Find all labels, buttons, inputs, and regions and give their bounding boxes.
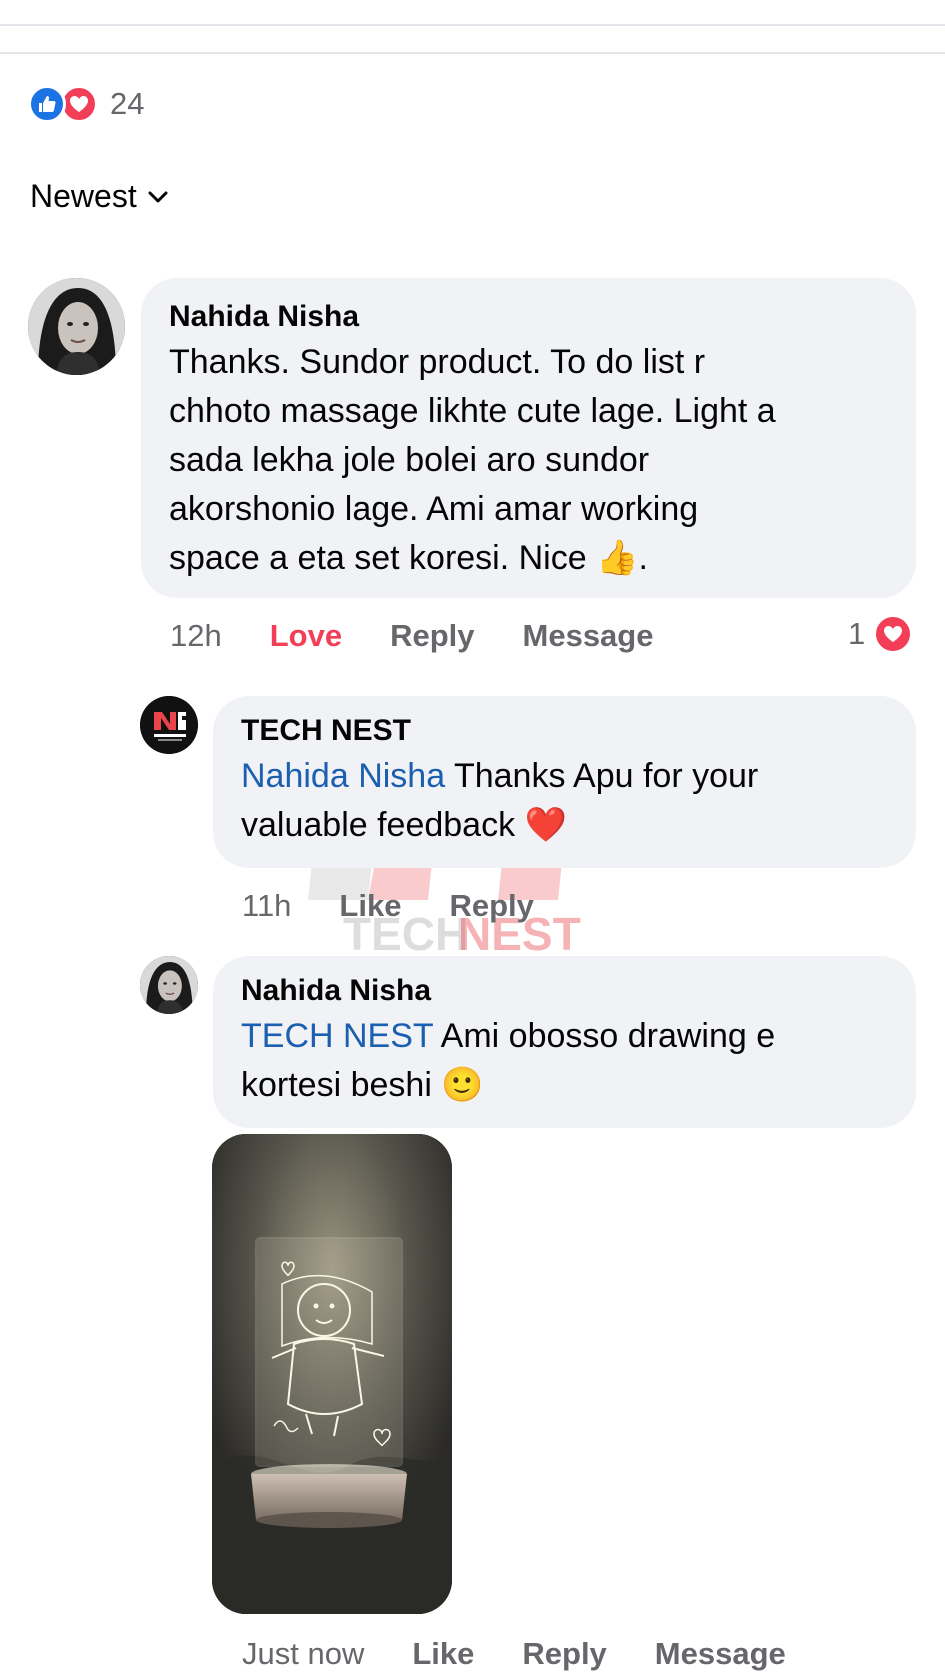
comment-bubble[interactable]: Nahida Nisha Thanks. Sundor product. To … — [141, 278, 916, 598]
reaction-number: 1 — [848, 616, 866, 651]
comment-timestamp[interactable]: Just now — [242, 1636, 364, 1672]
heart-emoji: ❤️ — [524, 806, 567, 844]
mention-link[interactable]: TECH NEST — [241, 1017, 433, 1055]
comment-line: akorshonio lage. Ami amar working — [169, 490, 699, 528]
comment-line: Thanks. Sundor product. To do list r — [169, 343, 706, 381]
thumbs-up-emoji: 👍 — [596, 539, 639, 577]
comment-author[interactable]: TECH NEST — [241, 714, 886, 748]
comment-line-text: Ami obosso drawing e — [440, 1017, 776, 1055]
comment-actions: 11h Like Reply — [242, 888, 582, 924]
comment-text: Nahida Nisha Thanks Apu for your valuabl… — [241, 752, 886, 850]
like-button[interactable]: Like — [339, 888, 401, 924]
avatar[interactable] — [28, 278, 125, 375]
comment-line: valuable feedback ❤️ — [241, 801, 886, 850]
reply-bubble[interactable]: Nahida Nisha TECH NEST Ami obosso drawin… — [213, 956, 916, 1128]
reply-bubble[interactable]: TECH NEST Nahida Nisha Thanks Apu for yo… — [213, 696, 916, 868]
comment-line: chhoto massage likhte cute lage. Light a — [169, 392, 776, 430]
reply-button[interactable]: Reply — [522, 1636, 606, 1672]
like-button[interactable]: Like — [412, 1636, 474, 1672]
like-icon — [28, 85, 66, 123]
comment-reaction-count[interactable]: 1 — [848, 614, 914, 654]
avatar[interactable] — [140, 696, 198, 754]
comment-text: TECH NEST Ami obosso drawing e kortesi b… — [241, 1012, 886, 1110]
sort-label: Newest — [30, 178, 137, 214]
comment-actions: Just now Like Reply Message — [242, 1636, 834, 1672]
comment-line-text: Thanks Apu for your — [453, 757, 759, 795]
comment-trailing: . — [638, 539, 648, 577]
comment-line-text: kortesi beshi — [241, 1066, 432, 1104]
comment-timestamp[interactable]: 11h — [242, 888, 291, 924]
top-bar — [0, 0, 945, 26]
message-button[interactable]: Message — [523, 618, 654, 654]
sort-dropdown[interactable]: Newest — [30, 178, 169, 215]
love-icon — [873, 614, 914, 654]
reaction-count: 24 — [110, 86, 145, 121]
comment-line: space a eta set koresi. Nice 👍. — [169, 534, 888, 583]
smile-emoji: 🙂 — [441, 1066, 484, 1104]
comment-timestamp[interactable]: 12h — [170, 618, 222, 654]
message-button[interactable]: Message — [655, 1636, 786, 1672]
reply-button[interactable]: Reply — [449, 888, 533, 924]
comment-line: kortesi beshi 🙂 — [241, 1061, 886, 1110]
chevron-down-icon — [148, 191, 168, 202]
comment-text: Thanks. Sundor product. To do list r chh… — [169, 338, 888, 583]
lamp-photo-illustration — [212, 1134, 452, 1614]
comment-line: Nahida Nisha Thanks Apu for your — [241, 752, 886, 801]
avatar[interactable] — [140, 956, 198, 1014]
comment-line: TECH NEST Ami obosso drawing e — [241, 1012, 886, 1061]
comment-line: sada lekha jole bolei aro sundor — [169, 441, 650, 479]
mention-link[interactable]: Nahida Nisha — [241, 757, 445, 795]
comment-line-text: space a eta set koresi. Nice — [169, 539, 587, 577]
comment-line-text: valuable feedback — [241, 806, 516, 844]
attached-photo[interactable] — [212, 1134, 452, 1614]
divider — [0, 52, 945, 54]
comment-author[interactable]: Nahida Nisha — [169, 300, 888, 334]
reply-button[interactable]: Reply — [390, 618, 474, 654]
comment-actions: 12h Love Reply Message — [170, 618, 701, 654]
comment-author[interactable]: Nahida Nisha — [241, 974, 886, 1008]
reactions-summary[interactable]: 24 — [28, 84, 144, 124]
love-button[interactable]: Love — [270, 618, 342, 654]
